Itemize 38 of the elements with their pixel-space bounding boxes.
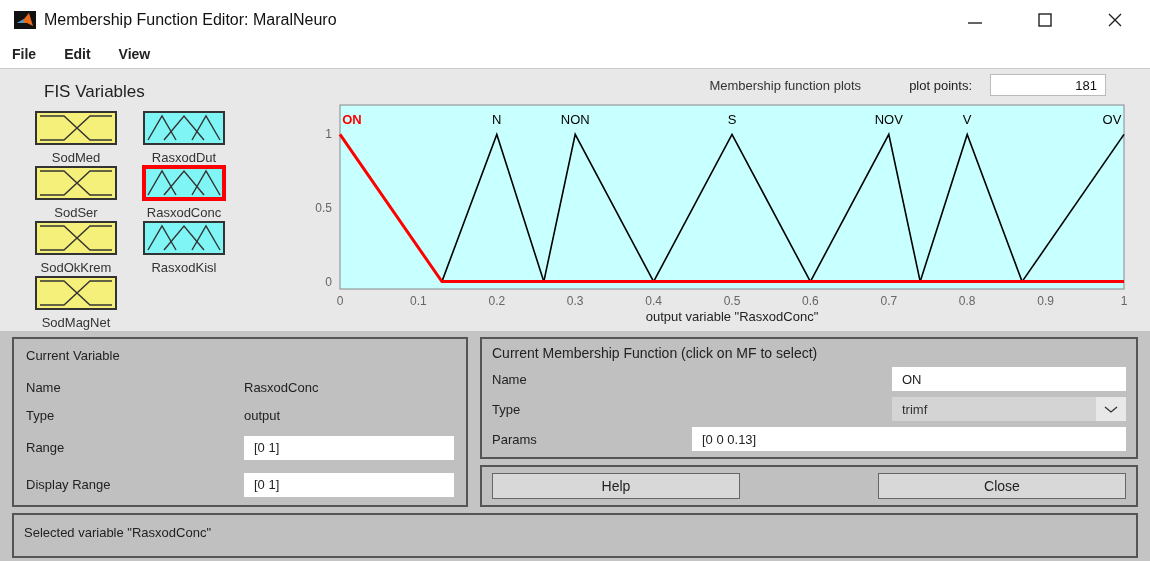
field-label: Type: [26, 407, 56, 423]
x-tick-label: 0.7: [880, 294, 898, 308]
field-label: Params: [492, 431, 538, 447]
variable-name-value: RasxodConc: [244, 379, 320, 395]
field-label: Name: [492, 371, 528, 387]
field-label: Display Range: [26, 477, 112, 492]
x-tick-label: 0.4: [645, 294, 662, 308]
x-tick-label: 0.9: [1037, 294, 1054, 308]
field-label: Name: [26, 379, 62, 395]
variable-name: RasxodConc: [146, 205, 222, 220]
field-label: Range: [26, 440, 66, 455]
x-tick-label: 0.5: [723, 294, 741, 308]
x-tick-label: 0: [336, 294, 344, 308]
x-tick-label: 0.2: [488, 294, 506, 308]
panel-title: Current Variable: [26, 347, 121, 363]
plot-title: Membership function plots: [709, 77, 862, 93]
y-tick-label: 1: [325, 127, 332, 142]
x-axis-label: output variable "RasxodConc": [645, 309, 819, 324]
panel-title: Current Membership Function (click on MF to select): [492, 345, 819, 361]
window-title: Membership Function Editor: MaralNeuro: [44, 11, 338, 29]
y-tick-label: 0: [325, 274, 332, 289]
x-tick-label: 0.8: [958, 294, 976, 308]
variable-name: SodOkKrem: [40, 260, 112, 275]
x-tick-label: 0.1: [410, 294, 427, 308]
variable-name: SodMagNet: [41, 315, 111, 330]
plot-points-label: plot points:: [909, 77, 972, 93]
status-bar: Selected variable "RasxodConc": [12, 513, 1138, 558]
y-tick-label: 0.5: [315, 201, 332, 216]
variable-name: RasxodKisl: [151, 260, 217, 275]
x-tick-label: 0.6: [802, 294, 819, 308]
variable-name: SodSer: [54, 205, 98, 220]
x-tick-label: 0.3: [566, 294, 584, 308]
x-tick-label: 1: [1120, 294, 1128, 308]
variable-name: SodMed: [51, 150, 101, 165]
variable-type-value: output: [244, 407, 282, 423]
field-label: Type: [492, 401, 522, 417]
section-title: FIS Variables: [44, 82, 145, 102]
variable-name: RasxodDut: [151, 150, 217, 165]
